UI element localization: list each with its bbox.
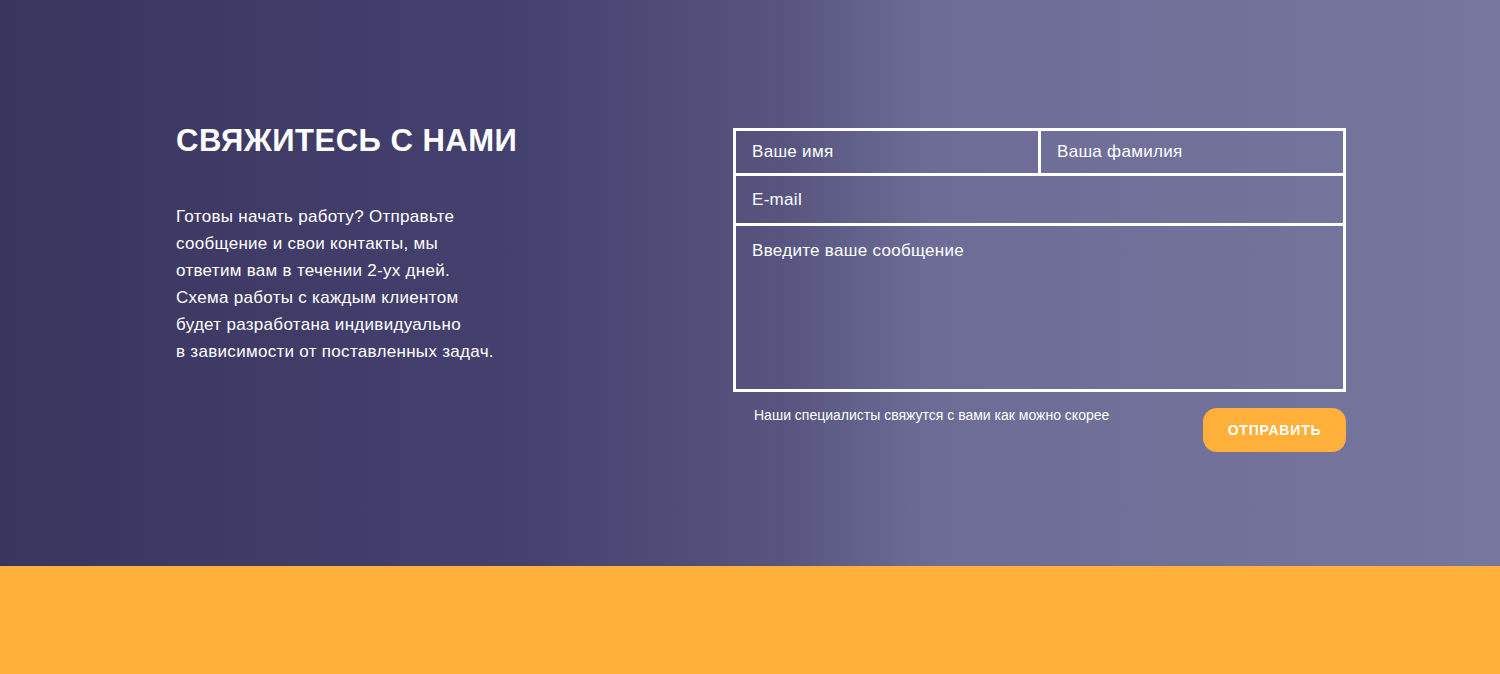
intro-line: Схема работы с каждым клиентом	[176, 284, 556, 311]
form-note: Наши специалисты свяжутся с вами как мож…	[754, 405, 1109, 426]
name-row	[733, 128, 1346, 176]
intro-line: в зависимости от поставленных задач.	[176, 338, 556, 365]
intro-line: ответим вам в течении 2-ух дней.	[176, 257, 556, 284]
form-footer: Наши специалисты свяжутся с вами как мож…	[733, 408, 1346, 452]
first-name-input[interactable]	[733, 128, 1041, 176]
contact-form: Наши специалисты свяжутся с вами как мож…	[733, 128, 1346, 566]
section-title: СВЯЖИТЕСЬ С НАМИ	[176, 122, 556, 159]
intro-line: Готовы начать работу? Отправьте	[176, 203, 556, 230]
email-input[interactable]	[733, 173, 1346, 226]
intro-line: будет разработана индивидуально	[176, 311, 556, 338]
intro-paragraph: Готовы начать работу? Отправьтесообщение…	[176, 203, 556, 365]
intro-line: сообщение и свои контакты, мы	[176, 230, 556, 257]
submit-button[interactable]: ОТПРАВИТЬ	[1203, 408, 1346, 452]
contact-section: СВЯЖИТЕСЬ С НАМИ Готовы начать работу? От…	[0, 0, 1500, 566]
footer-band	[0, 566, 1500, 674]
intro-column: СВЯЖИТЕСЬ С НАМИ Готовы начать работу? От…	[176, 122, 556, 566]
last-name-input[interactable]	[1038, 128, 1346, 176]
message-input[interactable]	[733, 223, 1346, 392]
